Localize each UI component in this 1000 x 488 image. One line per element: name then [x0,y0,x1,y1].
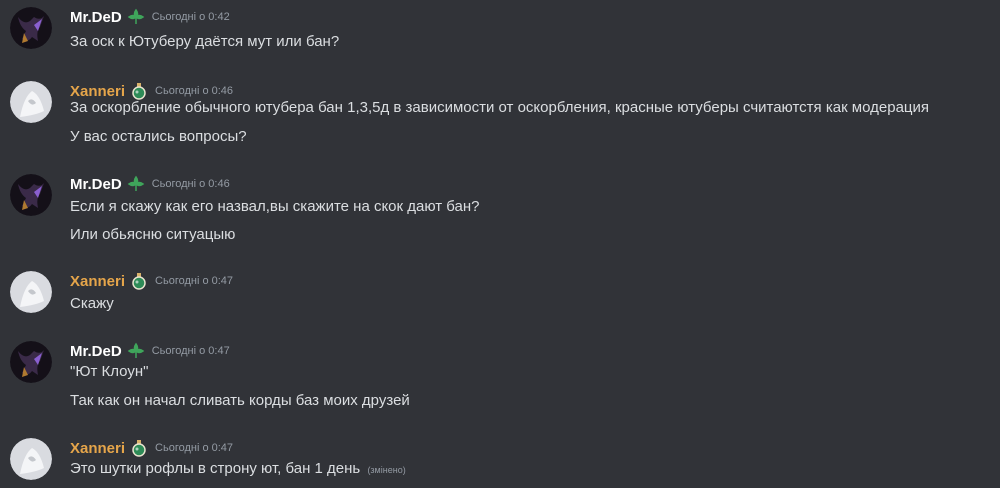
message-text: За оск к Ютуберу даётся мут или бан? [70,33,340,50]
message-text: У вас остались вопросы? [70,128,247,145]
message-text: "Ют Клоун" [70,363,149,380]
avatar[interactable] [10,271,52,313]
username[interactable]: Mr.DeD [70,176,122,193]
message-text: Скажу [70,295,114,312]
message-text: Или обьясню ситуацыю [70,226,236,243]
message-text: Это шутки рофлы в строну ют, бан 1 день [70,460,361,477]
avatar-white-figure-icon [10,438,52,480]
timestamp[interactable]: Сьогодні о 0:47 [152,345,230,357]
avatar-dark-figure-icon [10,341,52,383]
avatar-dark-figure-icon [10,174,52,216]
message-text: Если я скажу как его назвал,вы скажите н… [70,198,480,215]
username[interactable]: Xanneri [70,440,125,457]
message-header: Xanneri Сьогодні о 0:47 [70,271,233,291]
potion-badge-icon[interactable] [129,438,149,458]
message-text-row: Это шутки рофлы в строну ют, бан 1 день … [70,459,406,480]
message-header: Mr.DeD Сьогодні о 0:42 [70,7,230,27]
username[interactable]: Mr.DeD [70,343,122,360]
message-text: Так как он начал сливать корды баз моих … [70,392,410,409]
message-header: Mr.DeD Сьогодні о 0:46 [70,174,230,194]
message-group: Mr.DeD Сьогодні о 0:47 "Ют Клоун" Так ка… [0,334,1000,424]
message-group: Mr.DeD Сьогодні о 0:42 За оск к Ютуберу … [0,0,1000,64]
avatar[interactable] [10,174,52,216]
green-leaf-badge-icon[interactable] [126,7,146,27]
timestamp[interactable]: Сьогодні о 0:47 [155,275,233,287]
green-leaf-badge-icon[interactable] [126,174,146,194]
avatar-white-figure-icon [10,81,52,123]
chat-message-list: Mr.DeD Сьогодні о 0:42 За оск к Ютуберу … [0,0,1000,488]
timestamp[interactable]: Сьогодні о 0:42 [152,11,230,23]
message-group: Xanneri Сьогодні о 0:47 Это шутки рофлы … [0,431,1000,488]
message-text: За оскорбление обычного ютубера бан 1,3,… [70,99,929,116]
timestamp[interactable]: Сьогодні о 0:46 [152,178,230,190]
timestamp[interactable]: Сьогодні о 0:46 [155,85,233,97]
username[interactable]: Mr.DeD [70,9,122,26]
message-group: Mr.DeD Сьогодні о 0:46 Если я скажу как … [0,167,1000,257]
green-leaf-badge-icon[interactable] [126,341,146,361]
message-header: Xanneri Сьогодні о 0:47 [70,438,233,458]
timestamp[interactable]: Сьогодні о 0:47 [155,442,233,454]
avatar[interactable] [10,341,52,383]
avatar[interactable] [10,438,52,480]
message-group: Xanneri Сьогодні о 0:47 Скажу [0,264,1000,328]
username[interactable]: Xanneri [70,273,125,290]
message-group: Xanneri Сьогодні о 0:46 За оскорбление о… [0,74,1000,164]
message-header: Mr.DeD Сьогодні о 0:47 [70,341,230,361]
avatar-white-figure-icon [10,271,52,313]
avatar-dark-figure-icon [10,7,52,49]
username[interactable]: Xanneri [70,83,125,100]
avatar[interactable] [10,81,52,123]
potion-badge-icon[interactable] [129,271,149,291]
avatar[interactable] [10,7,52,49]
edited-label: (змінено) [367,465,406,475]
